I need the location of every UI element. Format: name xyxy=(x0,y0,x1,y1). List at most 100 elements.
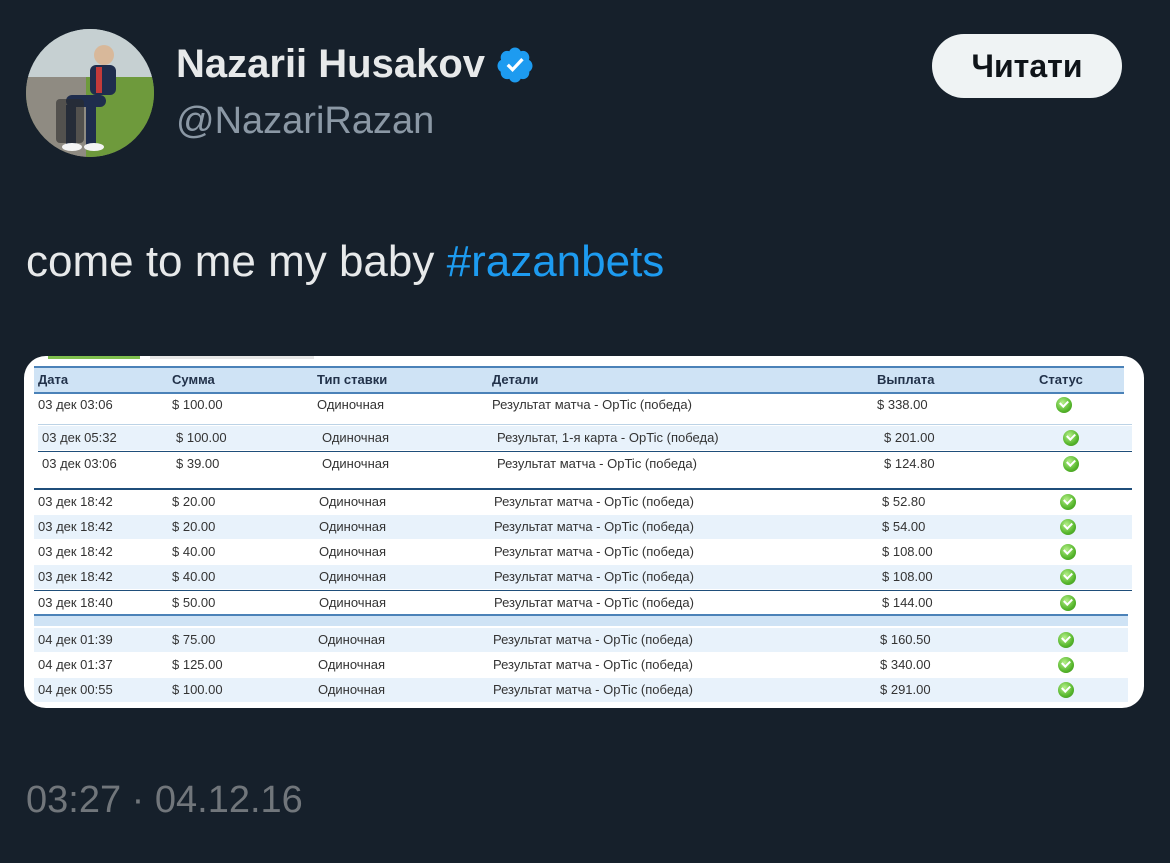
bet-payout: $ 108.00 xyxy=(882,544,933,559)
bet-type: Одиночная xyxy=(319,569,387,584)
bet-type: Одиночная xyxy=(322,456,390,471)
bet-date: 03 дек 18:42 xyxy=(38,569,113,584)
bet-amount: $ 39.00 xyxy=(176,456,220,471)
tweet-image[interactable]: Дата Сумма Тип ставки Детали Выплата Ста… xyxy=(24,356,1144,708)
bet-date: 03 дек 18:40 xyxy=(38,595,113,610)
bet-type: Одиночная xyxy=(319,544,387,559)
bet-date: 03 дек 05:32 xyxy=(42,430,117,445)
bet-type: Одиночная xyxy=(317,397,385,412)
check-icon xyxy=(1063,456,1079,472)
check-icon xyxy=(1060,544,1076,560)
bet-details: Результат матча - OpTic (победа) xyxy=(494,494,694,509)
author-name-row: Nazarii Husakov xyxy=(176,42,535,87)
bet-details: Результат матча - OpTic (победа) xyxy=(492,397,692,412)
bet-payout: $ 52.80 xyxy=(882,494,926,509)
table-row: 03 дек 05:32 $ 100.00 Одиночная Результа… xyxy=(38,426,1132,450)
check-icon xyxy=(1060,595,1076,611)
check-icon xyxy=(1058,632,1074,648)
check-icon xyxy=(1060,569,1076,585)
bet-date: 03 дек 18:42 xyxy=(38,519,113,534)
bet-amount: $ 100.00 xyxy=(172,682,223,697)
bet-date: 03 дек 03:06 xyxy=(38,397,113,412)
bet-type: Одиночная xyxy=(319,519,387,534)
bet-details: Результат, 1-я карта - OpTic (победа) xyxy=(497,430,719,445)
bet-payout: $ 54.00 xyxy=(882,519,926,534)
col-status: Статус xyxy=(1039,372,1083,387)
bet-details: Результат матча - OpTic (победа) xyxy=(497,456,697,471)
bet-details: Результат матча - OpTic (победа) xyxy=(493,632,693,647)
bet-amount: $ 40.00 xyxy=(172,544,216,559)
bet-details: Результат матча - OpTic (победа) xyxy=(494,595,694,610)
bet-date: 04 дек 01:39 xyxy=(38,632,113,647)
bet-date: 04 дек 00:55 xyxy=(38,682,113,697)
bets-table-block-4: 04 дек 01:39 $ 75.00 Одиночная Результат… xyxy=(34,614,1128,706)
bet-payout: $ 108.00 xyxy=(882,569,933,584)
bet-date: 03 дек 03:06 xyxy=(42,456,117,471)
bet-amount: $ 20.00 xyxy=(172,494,216,509)
author-handle[interactable]: @NazariRazan xyxy=(176,100,434,143)
bet-amount: $ 40.00 xyxy=(172,569,216,584)
table-row: 03 дек 18:40 $ 50.00 Одиночная Результат… xyxy=(34,590,1132,615)
bet-details: Результат матча - OpTic (победа) xyxy=(493,657,693,672)
bet-date: 03 дек 18:42 xyxy=(38,494,113,509)
table-row: 04 дек 01:37 $ 125.00 Одиночная Результа… xyxy=(34,653,1128,677)
table-row: 03 дек 03:06 $ 100.00 Одиночная Результа… xyxy=(34,393,1124,417)
bet-details: Результат матча - OpTic (победа) xyxy=(494,544,694,559)
check-icon xyxy=(1063,430,1079,446)
bet-payout: $ 160.50 xyxy=(880,632,931,647)
col-details: Детали xyxy=(492,372,539,387)
tweet-text: come to me my baby #razanbets xyxy=(26,237,664,287)
bet-type: Одиночная xyxy=(318,682,386,697)
tab-indicator xyxy=(48,356,140,359)
bet-type: Одиночная xyxy=(318,657,386,672)
col-date: Дата xyxy=(38,372,69,387)
tweet-timestamp[interactable]: 03:27 · 04.12.16 xyxy=(26,779,303,822)
check-icon xyxy=(1056,397,1072,413)
table-row: 03 дек 18:42 $ 20.00 Одиночная Результат… xyxy=(34,490,1132,514)
avatar-photo xyxy=(26,29,154,157)
table-row: 03 дек 18:42 $ 40.00 Одиночная Результат… xyxy=(34,540,1132,564)
check-icon xyxy=(1060,519,1076,535)
table-row: 03 дек 18:42 $ 40.00 Одиночная Результат… xyxy=(34,565,1132,589)
bet-payout: $ 338.00 xyxy=(877,397,928,412)
bet-amount: $ 100.00 xyxy=(172,397,223,412)
check-icon xyxy=(1058,657,1074,673)
hashtag-link[interactable]: #razanbets xyxy=(447,237,665,286)
bet-type: Одиночная xyxy=(318,632,386,647)
col-payout: Выплата xyxy=(877,372,935,387)
table-row: 03 дек 18:42 $ 20.00 Одиночная Результат… xyxy=(34,515,1132,539)
bet-payout: $ 144.00 xyxy=(882,595,933,610)
table-row: 03 дек 03:06 $ 39.00 Одиночная Результат… xyxy=(38,451,1132,476)
author-avatar[interactable] xyxy=(26,29,154,157)
bet-amount: $ 75.00 xyxy=(172,632,216,647)
bet-payout: $ 340.00 xyxy=(880,657,931,672)
bet-type: Одиночная xyxy=(322,430,390,445)
table-header: Дата Сумма Тип ставки Детали Выплата Ста… xyxy=(34,366,1124,394)
col-amount: Сумма xyxy=(172,372,215,387)
author-name[interactable]: Nazarii Husakov xyxy=(176,42,485,87)
bet-type: Одиночная xyxy=(319,595,387,610)
bet-payout: $ 124.80 xyxy=(884,456,935,471)
verified-badge-icon[interactable] xyxy=(495,45,535,85)
tab-indicator-inactive xyxy=(150,356,314,359)
bet-amount: $ 125.00 xyxy=(172,657,223,672)
tweet-body: come to me my baby xyxy=(26,237,447,286)
bet-type: Одиночная xyxy=(319,494,387,509)
table-header-clipped xyxy=(34,614,1128,626)
check-icon xyxy=(1058,682,1074,698)
bet-amount: $ 20.00 xyxy=(172,519,216,534)
bets-table-block-2: 03 дек 05:32 $ 100.00 Одиночная Результа… xyxy=(38,424,1132,477)
bet-payout: $ 201.00 xyxy=(884,430,935,445)
table-row: 04 дек 01:39 $ 75.00 Одиночная Результат… xyxy=(34,628,1128,652)
bet-payout: $ 291.00 xyxy=(880,682,931,697)
bet-details: Результат матча - OpTic (победа) xyxy=(494,569,694,584)
bets-table-block-1: Дата Сумма Тип ставки Детали Выплата Ста… xyxy=(34,366,1124,418)
bet-amount: $ 50.00 xyxy=(172,595,216,610)
bet-date: 03 дек 18:42 xyxy=(38,544,113,559)
follow-button[interactable]: Читати xyxy=(932,34,1122,98)
bet-details: Результат матча - OpTic (победа) xyxy=(493,682,693,697)
col-type: Тип ставки xyxy=(317,372,388,387)
bet-details: Результат матча - OpTic (победа) xyxy=(494,519,694,534)
table-row: 04 дек 00:55 $ 100.00 Одиночная Результа… xyxy=(34,678,1128,702)
bet-date: 04 дек 01:37 xyxy=(38,657,113,672)
